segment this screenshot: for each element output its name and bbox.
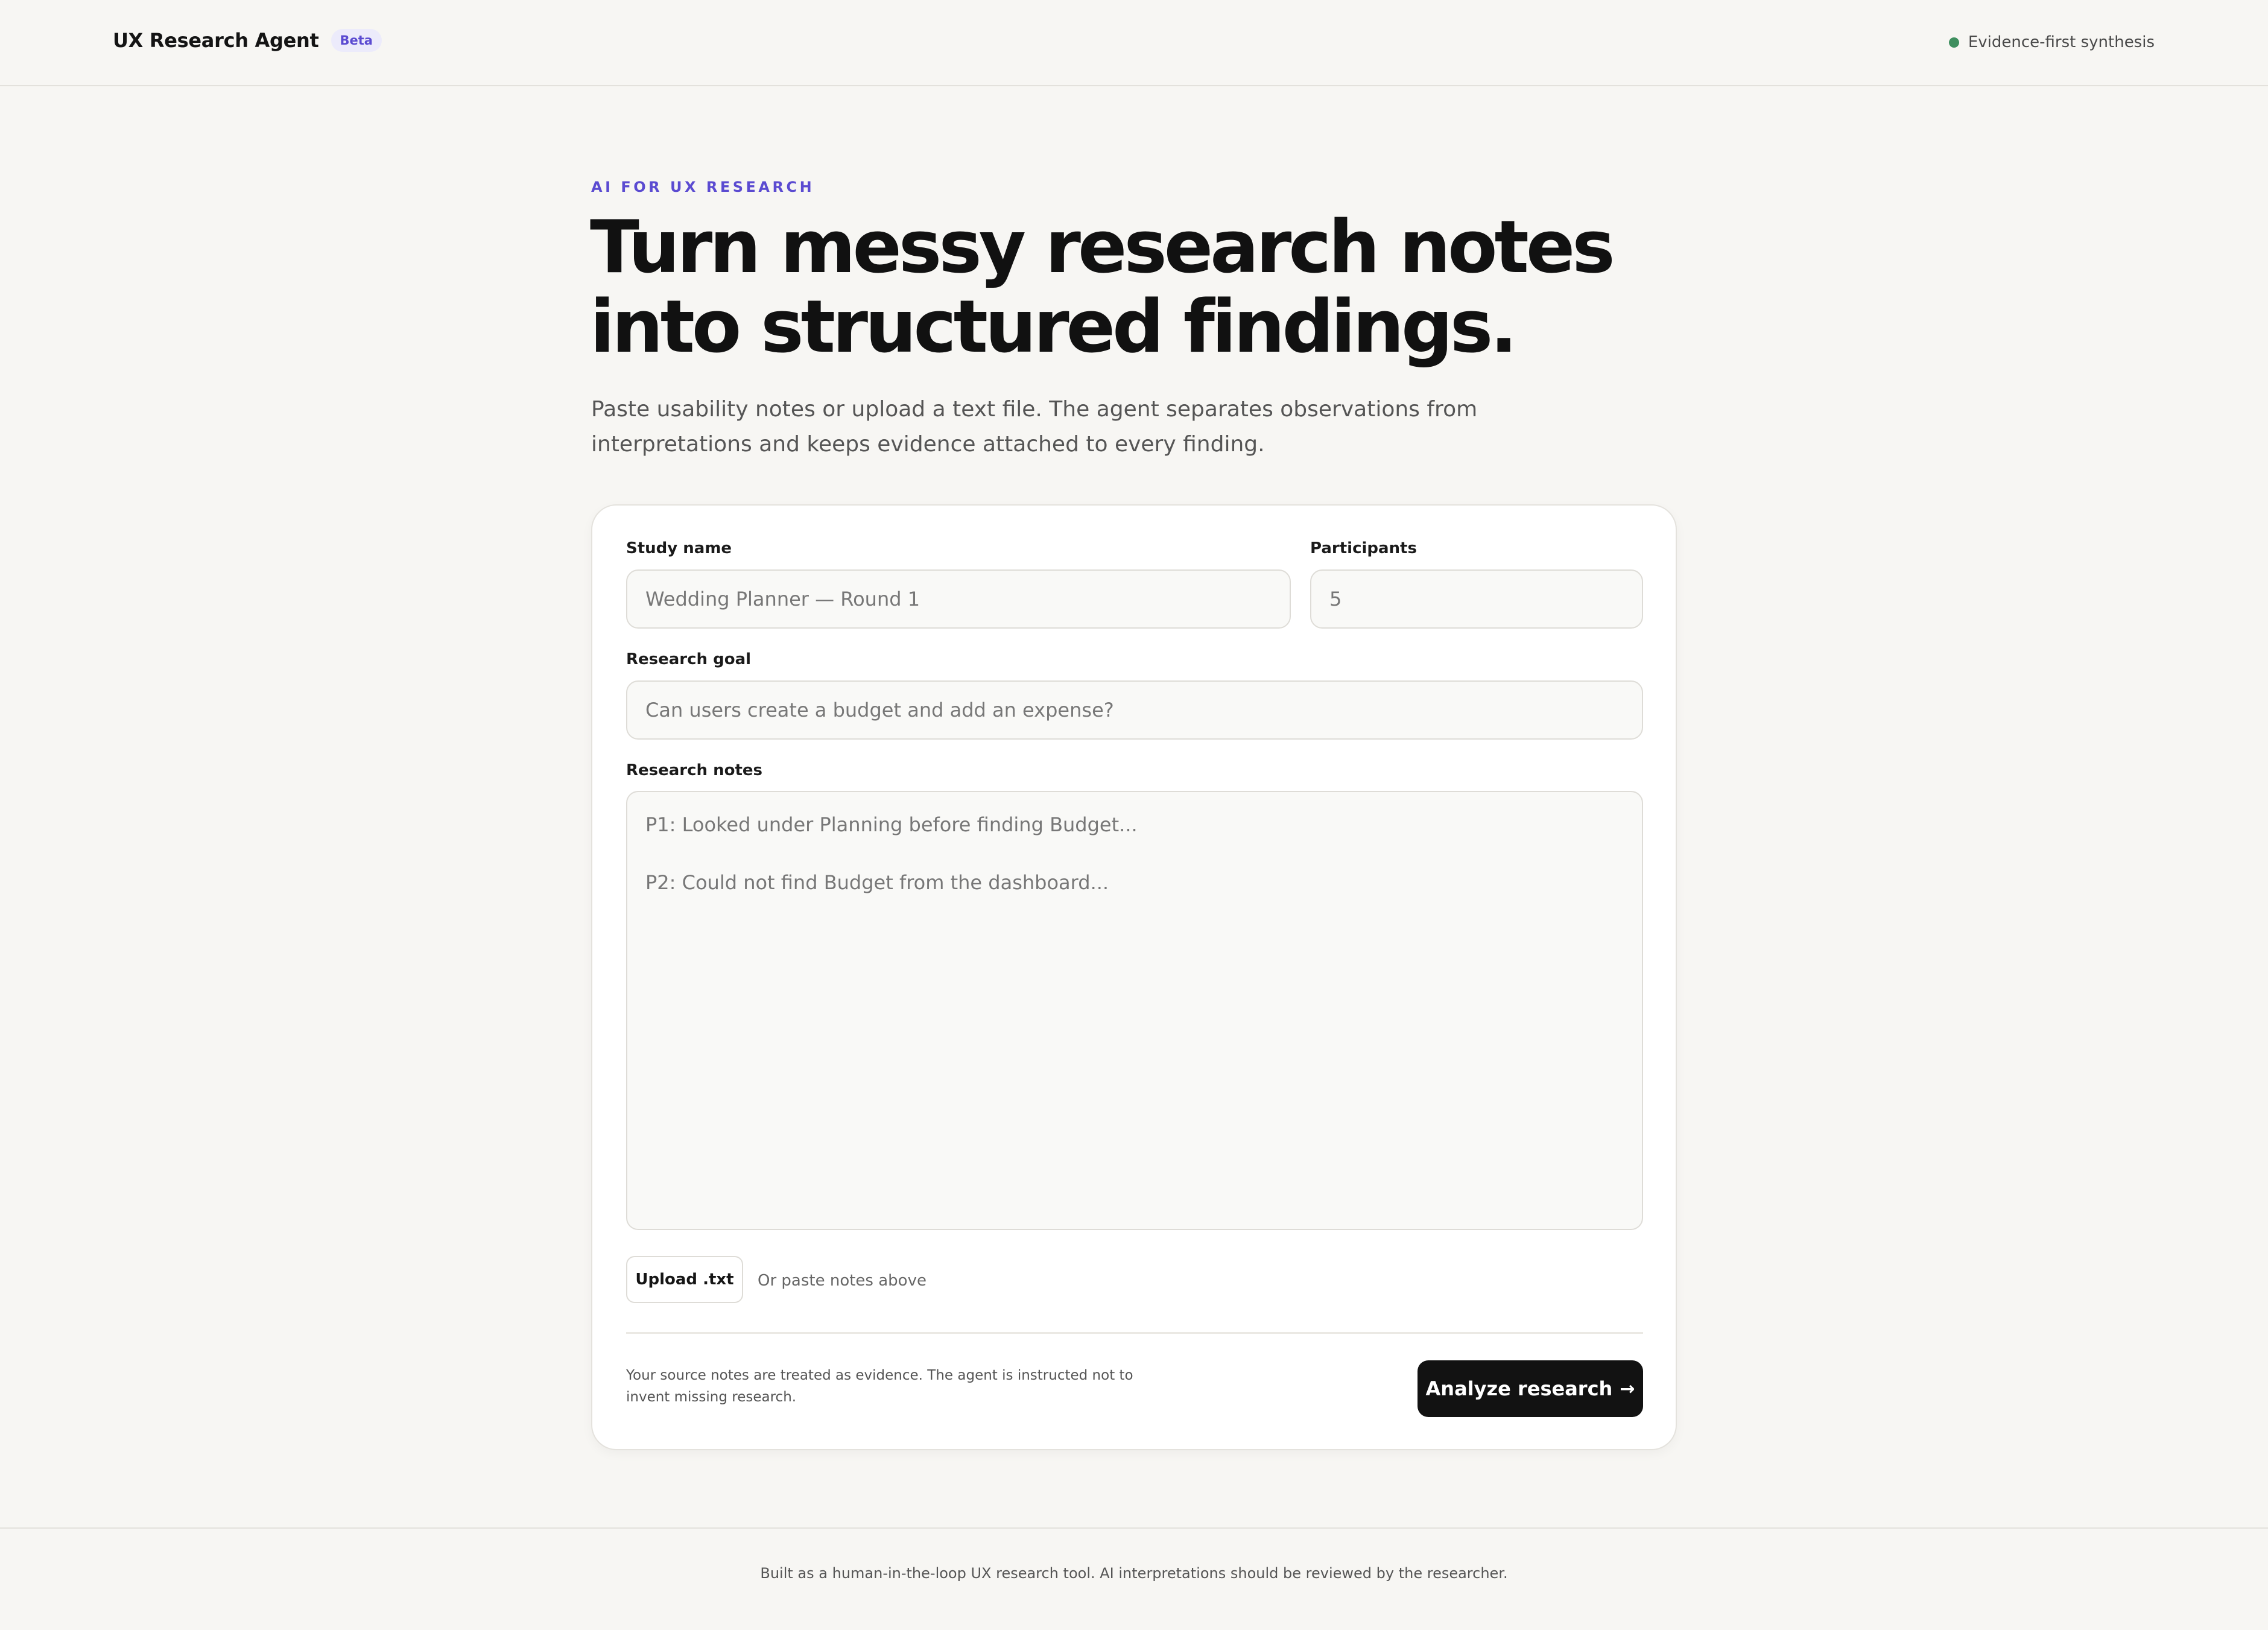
divider	[626, 1332, 1643, 1334]
disclaimer-line-2: invent missing research.	[626, 1389, 797, 1405]
beta-badge: Beta	[331, 29, 382, 52]
eyebrow-label: AI FOR UX RESEARCH	[591, 179, 815, 195]
status-indicator: Evidence-first synthesis	[1948, 33, 2155, 51]
study-name-input[interactable]: Wedding Planner — Round 1	[626, 569, 1291, 629]
top-bar: UX Research Agent Beta Evidence-first sy…	[0, 0, 2268, 86]
arrow-right-icon: →	[1620, 1378, 1635, 1400]
status-text: Evidence-first synthesis	[1968, 33, 2155, 51]
status-dot-icon	[1948, 37, 1959, 48]
evidence-disclaimer: Your source notes are treated as evidenc…	[626, 1365, 1145, 1408]
headline-line-2: into structured findings.	[590, 285, 1518, 369]
description-line-2: interpretations and keeps evidence attac…	[591, 432, 1265, 457]
notes-placeholder-line-1: P1: Looked under Planning before finding…	[645, 813, 1138, 836]
disclaimer-line-1: Your source notes are treated as evidenc…	[626, 1368, 1133, 1383]
upload-hint: Or paste notes above	[758, 1272, 927, 1290]
brand: UX Research Agent Beta	[113, 29, 382, 52]
brand-name: UX Research Agent	[113, 29, 319, 52]
research-notes-label: Research notes	[626, 761, 763, 779]
participants-input[interactable]: 5	[1310, 569, 1643, 629]
footer-text: Built as a human-in-the-loop UX research…	[760, 1565, 1508, 1582]
notes-placeholder-line-2: P2: Could not find Budget from the dashb…	[645, 871, 1109, 894]
participants-label: Participants	[1310, 539, 1417, 557]
research-form-card: Study name Wedding Planner — Round 1 Par…	[591, 504, 1677, 1450]
footer: Built as a human-in-the-loop UX research…	[0, 1527, 2268, 1630]
research-goal-input[interactable]: Can users create a budget and add an exp…	[626, 680, 1643, 740]
research-goal-label: Research goal	[626, 650, 752, 668]
headline-line-1: Turn messy research notes	[590, 206, 1615, 290]
page-title: Turn messy research notes into structure…	[590, 208, 1676, 367]
analyze-button-label: Analyze research	[1425, 1377, 1613, 1400]
study-name-label: Study name	[626, 539, 732, 557]
page-description: Paste usability notes or upload a text f…	[591, 392, 1484, 462]
analyze-research-button[interactable]: Analyze research →	[1418, 1360, 1643, 1417]
upload-txt-button[interactable]: Upload .txt	[626, 1256, 743, 1303]
description-line-1: Paste usability notes or upload a text f…	[591, 397, 1478, 422]
research-notes-textarea[interactable]: P1: Looked under Planning before finding…	[626, 791, 1643, 1230]
